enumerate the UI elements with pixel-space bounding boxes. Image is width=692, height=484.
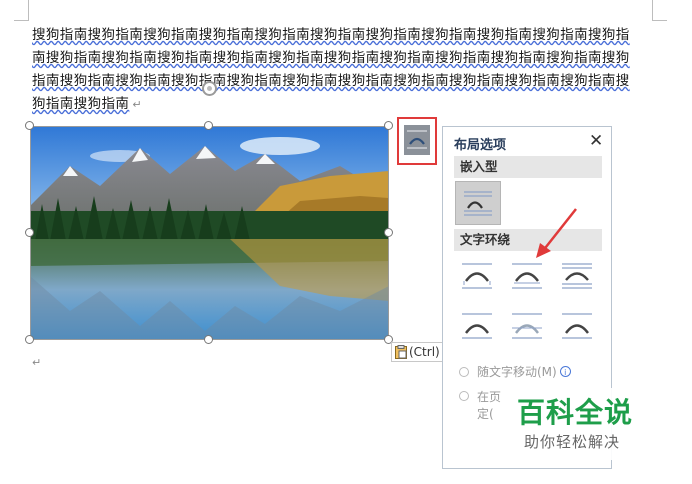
resize-handle-bottom-left[interactable] [25,335,34,344]
fix-position-label-2: 定( [477,407,494,421]
page-corner-left [14,0,29,21]
watermark-subtitle: 助你轻松解决 [524,433,621,451]
rotate-handle-icon[interactable] [202,81,217,96]
layout-options-button[interactable] [397,117,437,165]
resize-handle-left[interactable] [25,228,34,237]
document-line[interactable]: 南搜狗指南搜狗指南搜狗指南搜狗指南搜狗指南搜狗指南搜狗指南搜狗指南搜狗指南搜狗指… [32,47,654,70]
inline-section-heading: 嵌入型 [454,156,602,178]
clipboard-icon [395,345,407,359]
panel-title: 布局选项 [454,138,507,153]
resize-handle-right[interactable] [384,228,393,237]
picture-selection-frame [30,126,389,340]
document-line[interactable]: 搜狗指南搜狗指南搜狗指南搜狗指南搜狗指南搜狗指南搜狗指南搜狗指南搜狗指南搜狗指南… [32,24,654,47]
paragraph-mark: ↵ [132,98,142,111]
wrap-behind-text-option[interactable] [510,309,544,343]
empty-paragraph-mark: ↵ [32,356,42,369]
wrap-top-bottom-option[interactable] [460,309,494,343]
wrap-through-option[interactable] [560,259,594,293]
fix-position-option[interactable]: 在页 定( [459,389,501,423]
page-corner-right [652,0,667,21]
radio-icon [459,366,469,377]
watermark-title: 百科全说 [517,396,634,429]
paste-options-button[interactable]: (Ctrl) [391,342,443,362]
resize-handle-bottom[interactable] [204,335,213,344]
radio-icon [459,391,469,401]
move-with-text-option[interactable]: 随文字移动(M) i [459,363,571,380]
wrap-in-front-option[interactable] [560,309,594,343]
resize-handle-top[interactable] [204,121,213,130]
info-icon[interactable]: i [559,366,571,377]
layout-options-icon [404,125,430,155]
document-body[interactable]: 搜狗指南搜狗指南搜狗指南搜狗指南搜狗指南搜狗指南搜狗指南搜狗指南搜狗指南搜狗指南… [32,24,654,116]
close-icon[interactable]: ✕ [589,131,603,151]
wrap-section-heading: 文字环绕 [454,229,602,251]
paste-options-label: (Ctrl) [409,345,440,359]
document-line[interactable]: 指南搜狗指南搜狗指南搜狗指南搜狗指南搜狗指南搜狗指南搜狗指南搜狗指南搜狗指南搜狗… [32,70,654,93]
inline-with-text-option[interactable] [455,181,501,225]
document-line[interactable]: 狗指南搜狗指南 [32,96,129,112]
move-with-text-label: 随文字移动(M) [477,365,557,379]
wrap-square-option[interactable] [460,259,494,293]
fix-position-label: 在页 [477,390,502,404]
wrap-tight-option[interactable] [510,259,544,293]
resize-handle-top-left[interactable] [25,121,34,130]
resize-handle-top-right[interactable] [384,121,393,130]
watermark: 百科全说 助你轻松解决 [503,388,675,460]
